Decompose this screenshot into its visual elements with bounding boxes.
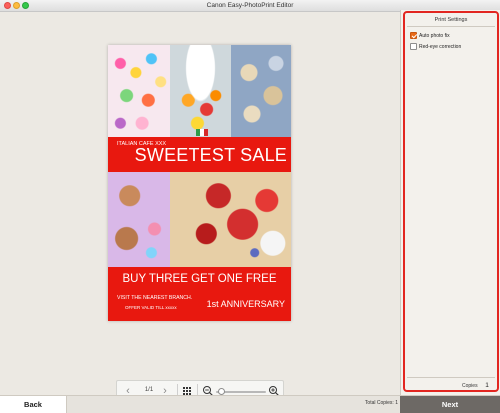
promo-band: BUY THREE GET ONE FREE VISIT THE NEAREST… [108, 267, 291, 321]
red-eye-correction-label: Red-eye correction [419, 43, 462, 50]
total-copies: Total Copies: 1 [364, 400, 398, 406]
candy-photo[interactable] [108, 45, 170, 137]
visit-text: VISIT THE NEAREST BRANCH. [117, 295, 193, 301]
heart-cookie-photo[interactable] [108, 172, 170, 267]
panel-divider [407, 26, 495, 27]
auto-photo-fix-label: Auto photo fix [419, 32, 450, 39]
back-button[interactable]: Back [0, 396, 67, 413]
cookies-photo[interactable] [231, 45, 291, 137]
window-title: Canon Easy-PhotoPrint Editor [206, 2, 294, 9]
bottom-bar: Back Total Copies: 1 Next [0, 395, 500, 413]
anniversary-text: 1st ANNIVERSARY [206, 299, 285, 309]
panel-highlight-frame: Print Settings Auto photo fix Red-eye co… [403, 11, 499, 392]
copies-row: Copies [407, 377, 495, 392]
panel-title: Print Settings [434, 17, 468, 23]
strawberry-photo[interactable] [170, 172, 291, 267]
zoom-slider[interactable] [216, 388, 266, 395]
next-button[interactable]: Next [400, 396, 500, 413]
jelly-beans-photo[interactable] [170, 45, 231, 137]
offer-text: OFFER VALID TILL xxxxx [125, 305, 177, 310]
headline-band: ITALIAN CAFE XXX SWEETEST SALE [108, 137, 291, 172]
italian-flag-icon [196, 129, 208, 136]
zoom-slider-handle[interactable] [218, 388, 225, 395]
headline-text: SWEETEST SALE [134, 145, 287, 165]
page-indicator: 1/1 [144, 387, 154, 393]
print-settings-panel: Print Settings Auto photo fix Red-eye co… [400, 10, 500, 395]
copies-label: Copies [462, 383, 478, 389]
red-eye-correction-checkbox[interactable] [410, 43, 417, 50]
poster-preview[interactable]: ITALIAN CAFE XXX SWEETEST SALE BUY THREE… [108, 45, 291, 321]
red-eye-correction-option[interactable]: Red-eye correction [410, 43, 461, 50]
auto-photo-fix-option[interactable]: Auto photo fix [410, 32, 450, 39]
copies-input[interactable] [481, 381, 493, 389]
promo-text: BUY THREE GET ONE FREE [122, 273, 277, 285]
auto-photo-fix-checkbox[interactable] [410, 32, 417, 39]
flag-stripe-red [204, 129, 208, 136]
preview-area: ITALIAN CAFE XXX SWEETEST SALE BUY THREE… [0, 12, 400, 402]
